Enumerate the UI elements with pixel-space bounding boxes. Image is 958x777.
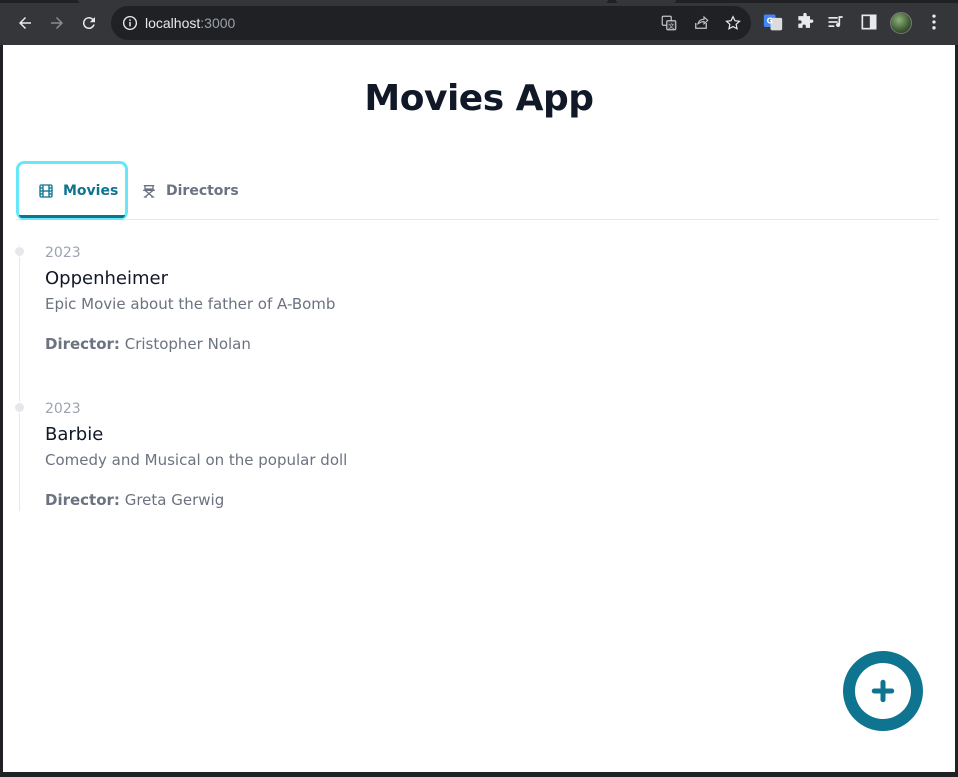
movie-title: Oppenheimer — [45, 268, 168, 289]
tab-directors-label: Directors — [166, 182, 239, 199]
tab-directors[interactable]: Directors — [141, 161, 239, 220]
svg-text:G: G — [767, 17, 773, 26]
add-movie-button[interactable] — [843, 651, 923, 731]
movie-title: Barbie — [45, 424, 104, 445]
timeline-dot — [14, 402, 25, 413]
movie-director: Director: Greta Gerwig — [45, 491, 224, 509]
url-port: :3000 — [200, 15, 236, 31]
director-chair-icon — [143, 184, 155, 198]
timeline-dot — [14, 246, 25, 257]
arrow-left-icon — [19, 17, 31, 29]
director-name: Greta Gerwig — [124, 491, 225, 509]
tab-strip — [0, 0, 958, 3]
page-viewport: Movies App Movies Directors 2023 Oppenhe… — [3, 45, 955, 772]
movie-description: Epic Movie about the father of A-Bomb — [45, 295, 336, 313]
svg-text:文: 文 — [668, 22, 674, 30]
movie-description: Comedy and Musical on the popular doll — [45, 451, 348, 469]
browser-tab[interactable] — [78, 0, 608, 3]
reload-icon — [82, 17, 95, 30]
tab-bar: Movies Directors — [16, 161, 939, 220]
page-title: Movies App — [364, 78, 594, 119]
director-name: Cristopher Nolan — [124, 335, 251, 353]
fab-inner-circle — [855, 663, 911, 719]
address-bar[interactable]: localhost:3000 文 — [111, 6, 751, 40]
director-label: Director: — [45, 335, 120, 353]
movie-year: 2023 — [45, 401, 81, 417]
share-icon[interactable] — [692, 14, 710, 32]
side-panel-icon[interactable] — [859, 12, 879, 32]
url-host: localhost — [145, 15, 201, 31]
forward-button[interactable] — [44, 10, 70, 36]
movie-year: 2023 — [45, 245, 81, 261]
plus-icon — [871, 679, 895, 703]
google-translate-extension-icon[interactable]: G — [763, 12, 783, 32]
tab-movies[interactable]: Movies — [16, 161, 128, 220]
star-icon[interactable] — [724, 14, 742, 32]
back-button[interactable] — [12, 10, 38, 36]
movie-director: Director: Cristopher Nolan — [45, 335, 251, 353]
browser-tab[interactable] — [616, 0, 676, 3]
profile-avatar[interactable] — [890, 12, 912, 34]
extensions-puzzle-icon[interactable] — [795, 12, 815, 32]
info-icon[interactable] — [121, 14, 139, 32]
url-text[interactable]: localhost:3000 — [145, 15, 235, 31]
reading-list-icon[interactable] — [826, 12, 846, 32]
kebab-menu-icon[interactable] — [924, 12, 944, 32]
movie-timeline: 2023 Oppenheimer Epic Movie about the fa… — [14, 245, 919, 511]
director-label: Director: — [45, 491, 120, 509]
browser-toolbar: localhost:3000 文 G — [0, 0, 958, 45]
reload-button[interactable] — [76, 10, 102, 36]
arrow-right-icon — [51, 17, 63, 29]
film-icon — [39, 183, 53, 198]
translate-icon[interactable]: 文 — [660, 14, 678, 32]
tab-movies-label: Movies — [63, 182, 119, 199]
